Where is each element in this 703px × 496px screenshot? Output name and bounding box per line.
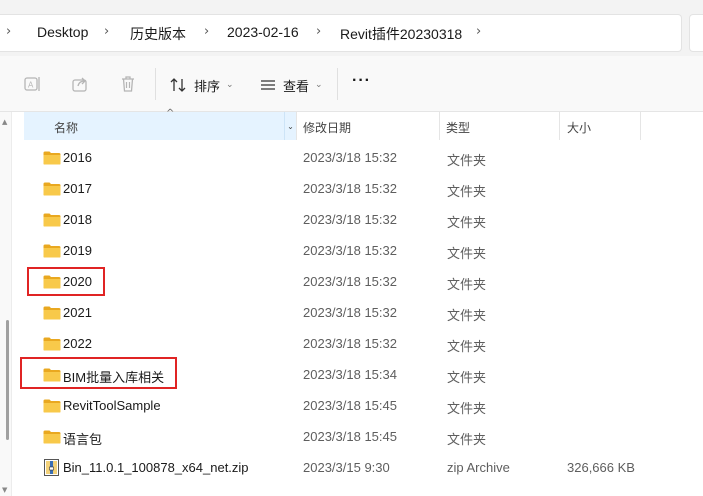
folder-icon (43, 337, 61, 351)
file-date: 2023/3/18 15:32 (303, 274, 397, 289)
sort-ascending-icon: ^ (166, 108, 175, 119)
column-divider[interactable] (640, 112, 641, 140)
file-name: Bin_11.0.1_100878_x64_net.zip (63, 460, 249, 475)
file-row[interactable]: 2019 2023/3/18 15:32 文件夹 (24, 236, 684, 266)
chevron-down-icon: ⌄ (315, 80, 323, 90)
breadcrumb-desktop[interactable]: Desktop (37, 24, 88, 40)
svg-text:A: A (28, 81, 34, 90)
column-divider[interactable] (296, 112, 297, 140)
file-date: 2023/3/18 15:34 (303, 367, 397, 382)
file-type: 文件夹 (447, 215, 487, 230)
file-row[interactable]: 2018 2023/3/18 15:32 文件夹 (24, 205, 684, 235)
file-name: 2018 (63, 212, 92, 227)
breadcrumb-history[interactable]: 历史版本 (130, 24, 186, 44)
highlight-box-2020 (27, 267, 105, 296)
file-date: 2023/3/18 15:45 (303, 429, 397, 444)
file-row[interactable]: 语言包 2023/3/18 15:45 文件夹 (24, 422, 684, 452)
command-toolbar: A 排序 ⌄ 查看 ⌄ ··· (0, 56, 703, 112)
file-type: 文件夹 (447, 153, 487, 168)
sort-label: 排序 (194, 78, 221, 94)
file-date: 2023/3/18 15:32 (303, 243, 397, 258)
chevron-right-icon[interactable]: › (316, 24, 321, 39)
toolbar-divider (155, 68, 156, 100)
file-type: 文件夹 (447, 184, 487, 199)
scroll-up-icon[interactable]: ▲ (2, 118, 7, 126)
chevron-right-icon[interactable]: › (204, 24, 209, 39)
file-date: 2023/3/18 15:32 (303, 305, 397, 320)
breadcrumb-current[interactable]: Revit插件20230318 (340, 24, 462, 44)
more-options-button[interactable]: ··· (352, 72, 371, 90)
column-type-header[interactable]: 类型 (446, 119, 470, 136)
delete-icon[interactable] (118, 74, 138, 94)
column-size-header[interactable]: 大小 (567, 119, 591, 136)
file-row[interactable]: Bin_11.0.1_100878_x64_net.zip 2023/3/15 9… (24, 453, 684, 483)
file-name: 2019 (63, 243, 92, 258)
folder-icon (43, 399, 61, 413)
file-date: 2023/3/18 15:32 (303, 150, 397, 165)
folder-icon (43, 430, 61, 444)
file-size: 326,666 KB (567, 460, 635, 475)
file-type: 文件夹 (447, 277, 487, 292)
highlight-box-bim (20, 357, 177, 389)
column-date-header[interactable]: 修改日期 (303, 119, 351, 136)
file-name: 2022 (63, 336, 92, 351)
column-divider[interactable] (559, 112, 560, 140)
address-bar-region: › Desktop › 历史版本 › 2023-02-16 › Revit插件2… (0, 0, 703, 56)
column-header: ^ 名称 ⌄ 修改日期 类型 大小 (24, 108, 703, 140)
file-name: RevitToolSample (63, 398, 161, 413)
file-type: 文件夹 (447, 401, 487, 416)
file-name: 2016 (63, 150, 92, 165)
file-type: 文件夹 (447, 246, 487, 261)
file-type: 文件夹 (447, 432, 487, 447)
zip-archive-icon (44, 459, 59, 476)
view-label: 查看 (283, 78, 310, 94)
file-type: 文件夹 (447, 370, 487, 385)
share-icon[interactable] (70, 74, 90, 94)
folder-icon (43, 244, 61, 258)
file-row[interactable]: 2020 2023/3/18 15:32 文件夹 (24, 267, 684, 297)
file-row[interactable]: 2016 2023/3/18 15:32 文件夹 (24, 143, 684, 173)
file-date: 2023/3/18 15:32 (303, 336, 397, 351)
column-name-label: 名称 (54, 121, 79, 135)
file-row[interactable]: 2021 2023/3/18 15:32 文件夹 (24, 298, 684, 328)
navigation-scrollbar-thumb[interactable] (6, 320, 9, 440)
file-date: 2023/3/18 15:32 (303, 181, 397, 196)
sort-icon (170, 78, 186, 92)
chevron-right-icon[interactable]: › (104, 24, 109, 39)
file-name: 2017 (63, 181, 92, 196)
file-type: zip Archive (447, 460, 510, 475)
toolbar-divider (337, 68, 338, 100)
sort-button[interactable]: 排序 ⌄ (170, 74, 234, 96)
folder-icon (43, 306, 61, 320)
rename-icon[interactable]: A (22, 74, 42, 94)
view-list-icon (261, 80, 275, 90)
file-date: 2023/3/18 15:32 (303, 212, 397, 227)
file-type: 文件夹 (447, 339, 487, 354)
column-filter-dropdown[interactable]: ⌄ (284, 112, 296, 140)
file-type: 文件夹 (447, 308, 487, 323)
breadcrumb-date-folder[interactable]: 2023-02-16 (227, 24, 299, 40)
chevron-down-icon: ⌄ (226, 80, 234, 90)
file-row[interactable]: RevitToolSample 2023/3/18 15:45 文件夹 (24, 391, 684, 421)
file-date: 2023/3/18 15:45 (303, 398, 397, 413)
file-name: 2021 (63, 305, 92, 320)
scroll-down-icon[interactable]: ▼ (2, 486, 7, 494)
file-row[interactable]: 2022 2023/3/18 15:32 文件夹 (24, 329, 684, 359)
folder-icon (43, 151, 61, 165)
file-row[interactable]: 2017 2023/3/18 15:32 文件夹 (24, 174, 684, 204)
folder-icon (43, 182, 61, 196)
chevron-right-icon[interactable]: › (6, 24, 11, 39)
column-divider[interactable] (439, 112, 440, 140)
view-button[interactable]: 查看 ⌄ (259, 74, 323, 96)
search-box[interactable] (689, 14, 703, 52)
chevron-right-icon[interactable]: › (476, 24, 481, 39)
file-date: 2023/3/15 9:30 (303, 460, 390, 475)
folder-icon (43, 213, 61, 227)
file-name: 语言包 (63, 432, 103, 447)
